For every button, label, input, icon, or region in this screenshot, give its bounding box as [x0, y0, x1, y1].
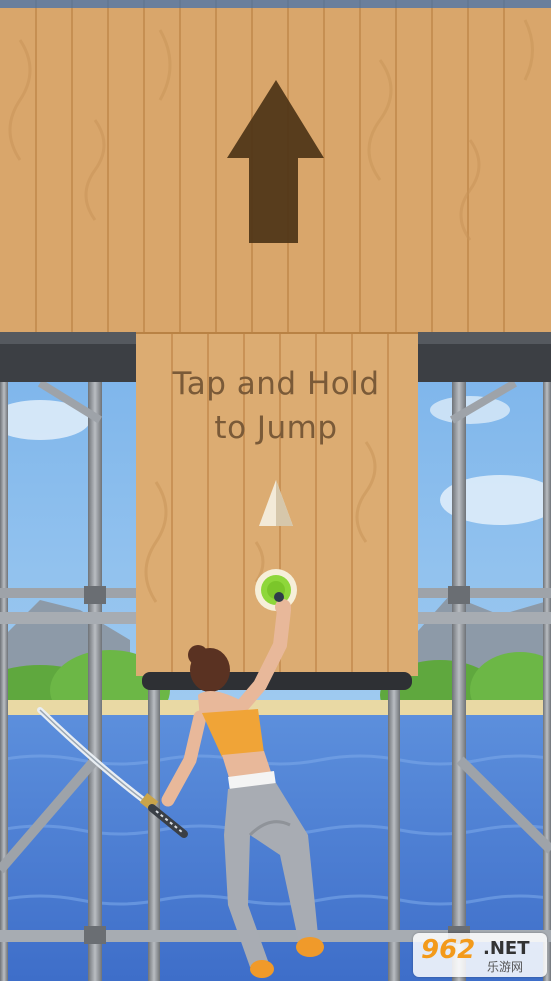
watermark-number: 962	[421, 935, 476, 965]
watermark-subtitle: 乐游网	[487, 960, 524, 974]
tutorial-line-2: to Jump	[214, 410, 338, 446]
triangle-up-icon	[259, 480, 293, 526]
katana-icon	[37, 707, 188, 838]
game-scene[interactable]: Tap and Hold to Jump 962 .NET 乐游网	[0, 0, 551, 981]
tutorial-hint-text: Tap and Hold to Jump	[138, 362, 414, 450]
tutorial-line-1: Tap and Hold	[172, 366, 380, 402]
watermark-domain: .NET	[483, 938, 530, 959]
up-arrow-icon	[227, 80, 324, 243]
watermark-logo: 962 .NET 乐游网	[413, 933, 547, 977]
